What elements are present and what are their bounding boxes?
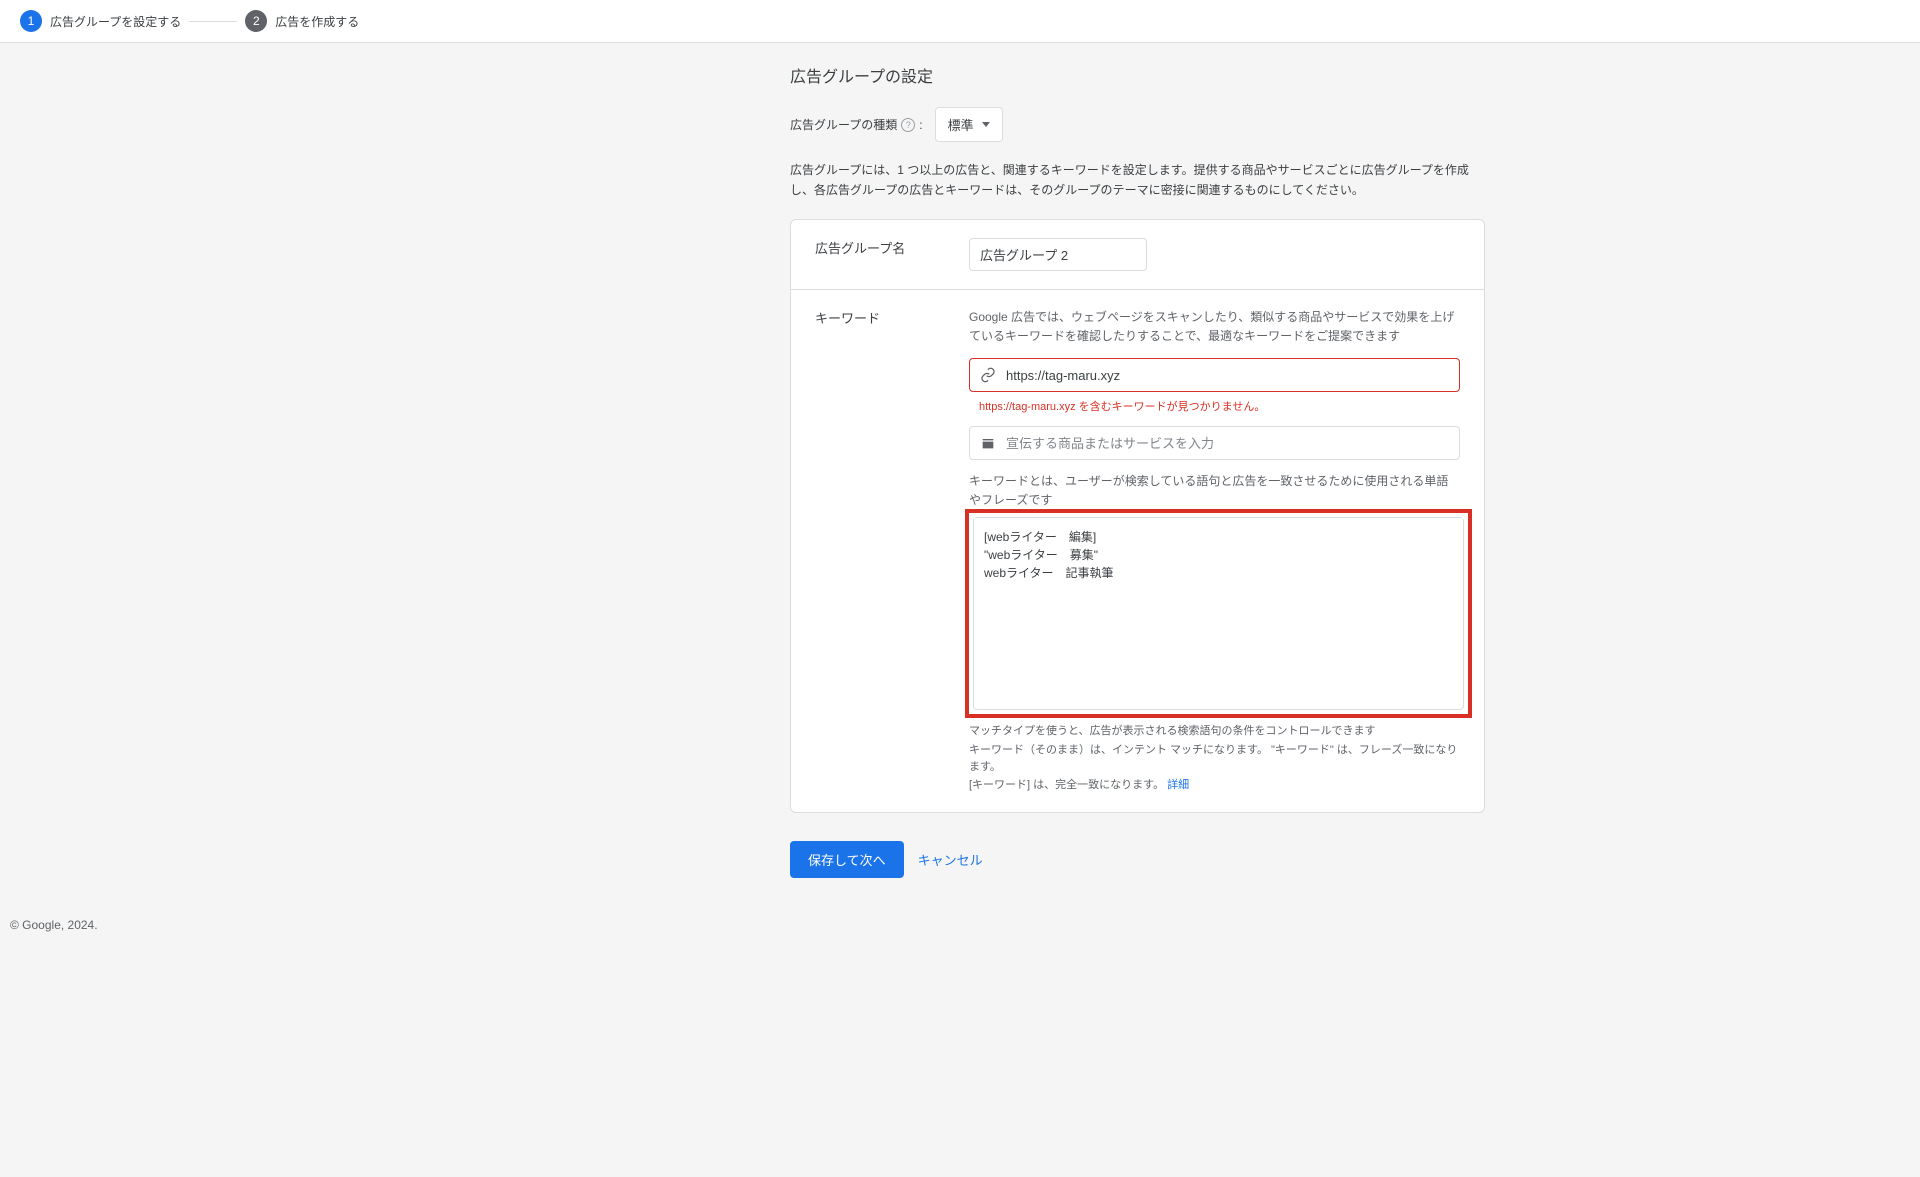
footer-copyright: © Google, 2024.: [0, 898, 1920, 952]
group-name-section: 広告グループ名: [791, 220, 1484, 289]
cancel-link[interactable]: キャンセル: [918, 850, 983, 869]
intro-text: 広告グループには、1 つ以上の広告と、関連するキーワードを設定します。提供する商…: [790, 160, 1485, 201]
save-next-button[interactable]: 保存して次へ: [790, 841, 904, 878]
link-icon: [980, 367, 996, 383]
step-label-2: 広告を作成する: [275, 13, 359, 30]
step-badge-2: 2: [245, 10, 267, 32]
keyword-intro: Google 広告では、ウェブページをスキャンしたり、類似する商品やサービスで効…: [969, 308, 1460, 346]
step-label-1: 広告グループを設定する: [50, 13, 181, 30]
product-input-row[interactable]: [969, 426, 1460, 460]
ad-group-type-value: 標準: [948, 115, 974, 134]
step-1[interactable]: 1 広告グループを設定する: [20, 10, 181, 32]
group-name-label: 広告グループ名: [815, 238, 969, 271]
ad-group-type-label-text: 広告グループの種類: [790, 116, 897, 133]
keyword-textarea[interactable]: [974, 518, 1463, 706]
url-input-row[interactable]: https://tag-maru.xyz: [969, 358, 1460, 392]
colon: :: [919, 118, 922, 132]
group-name-input[interactable]: [969, 238, 1147, 271]
ad-group-type-label: 広告グループの種類 ? :: [790, 116, 923, 133]
keyword-help-line1: キーワード（そのまま）は、インテント マッチになります。 "キーワード" は、フ…: [969, 744, 1457, 774]
step-2[interactable]: 2 広告を作成する: [245, 10, 359, 32]
keyword-help: キーワード（そのまま）は、インテント マッチになります。 "キーワード" は、フ…: [969, 742, 1460, 795]
highlighted-keyword-box: [965, 509, 1472, 718]
url-input-value: https://tag-maru.xyz: [1006, 368, 1449, 383]
keyword-description: キーワードとは、ユーザーが検索している語句と広告を一致させるために使用される単語…: [969, 472, 1460, 510]
page-title: 広告グループの設定: [790, 63, 1485, 87]
step-badge-1: 1: [20, 10, 42, 32]
match-type-note: マッチタイプを使うと、広告が表示される検索語句の条件をコントロールできます: [969, 722, 1460, 738]
settings-card: 広告グループ名 キーワード Google 広告では、ウェブページをスキャンしたり…: [790, 219, 1485, 814]
keyword-section: キーワード Google 広告では、ウェブページをスキャンしたり、類似する商品や…: [791, 289, 1484, 813]
product-input[interactable]: [1006, 436, 1449, 451]
keyword-label: キーワード: [815, 308, 969, 795]
store-icon: [980, 435, 996, 451]
ad-group-type-select[interactable]: 標準: [935, 107, 1003, 142]
keyword-help-line2: [キーワード] は、完全一致になります。: [969, 779, 1167, 791]
details-link[interactable]: 詳細: [1167, 779, 1189, 791]
url-error-message: https://tag-maru.xyz を含むキーワードが見つかりません。: [979, 398, 1460, 414]
help-icon[interactable]: ?: [901, 118, 915, 132]
action-row: 保存して次へ キャンセル: [790, 841, 1485, 878]
chevron-down-icon: [982, 122, 990, 127]
step-divider: [189, 21, 237, 22]
stepper-bar: 1 広告グループを設定する 2 広告を作成する: [0, 0, 1920, 43]
